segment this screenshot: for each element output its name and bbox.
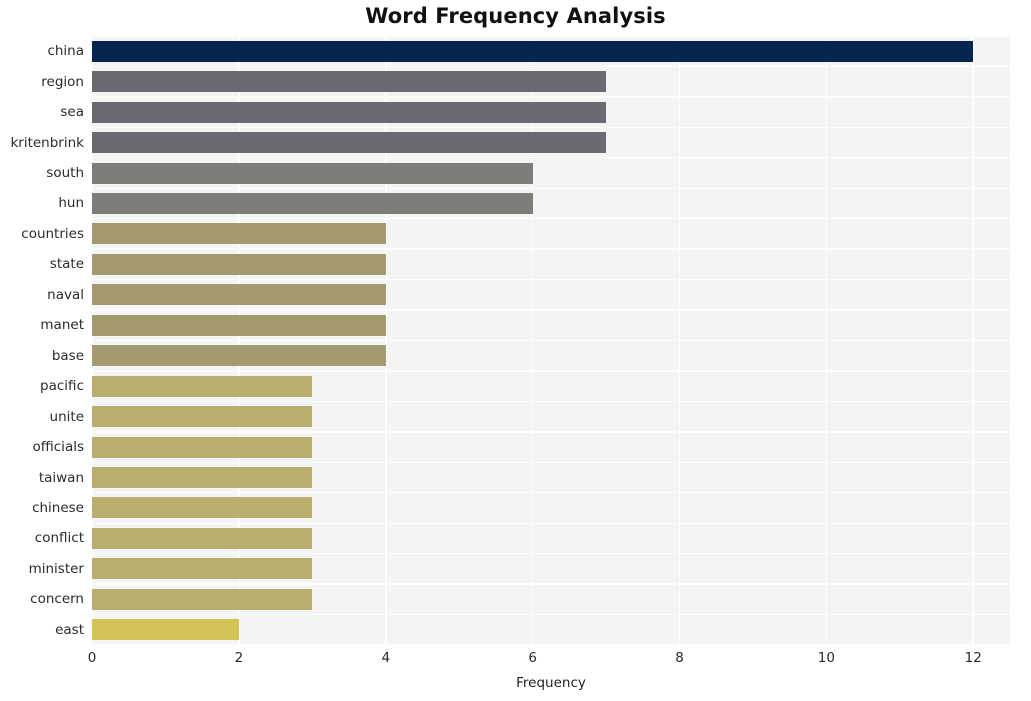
gridline-horizontal bbox=[92, 644, 1010, 646]
gridline-horizontal bbox=[92, 339, 1010, 342]
y-tick-label: base bbox=[51, 347, 84, 364]
bar bbox=[92, 162, 533, 184]
gridline-horizontal bbox=[92, 65, 1010, 68]
bar bbox=[92, 406, 313, 428]
gridline-horizontal bbox=[92, 613, 1010, 616]
gridline-horizontal bbox=[92, 309, 1010, 311]
plot-area bbox=[91, 35, 1010, 646]
bar bbox=[92, 132, 607, 154]
y-tick-label: pacific bbox=[40, 378, 84, 395]
gridline-horizontal bbox=[92, 370, 1010, 372]
bar bbox=[92, 101, 607, 123]
bar bbox=[92, 40, 974, 62]
bar bbox=[92, 467, 313, 489]
bar bbox=[92, 192, 533, 214]
gridline-horizontal bbox=[92, 218, 1010, 220]
y-tick-label: manet bbox=[40, 317, 84, 334]
bar bbox=[92, 71, 607, 93]
bar bbox=[92, 527, 313, 549]
y-tick-label: sea bbox=[60, 104, 84, 121]
bar bbox=[92, 588, 313, 610]
gridline-horizontal bbox=[92, 126, 1010, 129]
y-tick-label: hun bbox=[58, 195, 84, 212]
gridline-horizontal bbox=[92, 157, 1010, 159]
y-tick-label: taiwan bbox=[38, 469, 84, 486]
y-tick-label: concern bbox=[30, 591, 84, 608]
y-tick-label: chinese bbox=[32, 499, 84, 516]
x-tick-label: 2 bbox=[234, 650, 244, 666]
bar bbox=[92, 558, 313, 580]
bar bbox=[92, 345, 386, 367]
x-tick-label: 6 bbox=[528, 650, 537, 666]
word-frequency-chart-figure: Word Frequency Analysis china region sea kr… bbox=[0, 0, 1031, 701]
gridline-horizontal bbox=[92, 431, 1010, 433]
x-tick-label: 10 bbox=[817, 650, 835, 666]
y-tick-label: naval bbox=[47, 286, 84, 303]
bar bbox=[92, 619, 239, 641]
y-tick-label: unite bbox=[49, 408, 84, 425]
gridline-horizontal bbox=[92, 400, 1010, 403]
gridline-horizontal bbox=[92, 492, 1010, 494]
chart-title: Word Frequency Analysis bbox=[365, 4, 666, 28]
y-tick-label: east bbox=[55, 621, 84, 638]
gridline-horizontal bbox=[92, 522, 1010, 524]
y-tick-label: china bbox=[47, 43, 84, 60]
gridline-horizontal bbox=[92, 248, 1010, 250]
y-axis-tick-labels: china region sea kritenbrink south hun countri… bbox=[0, 36, 84, 645]
gridline-horizontal bbox=[92, 583, 1010, 585]
bar bbox=[92, 497, 313, 519]
x-axis-title: Frequency bbox=[516, 675, 586, 691]
gridline-horizontal bbox=[92, 461, 1010, 463]
x-axis-tick-labels: 0 2 4 6 8 10 12 bbox=[0, 650, 1031, 670]
bar bbox=[92, 314, 386, 336]
bar bbox=[92, 284, 386, 306]
y-tick-label: region bbox=[41, 73, 84, 90]
bar bbox=[92, 253, 386, 275]
gridline-horizontal bbox=[92, 278, 1010, 281]
y-tick-label: officials bbox=[32, 439, 84, 456]
y-tick-label: minister bbox=[28, 560, 84, 577]
gridline-horizontal bbox=[92, 96, 1010, 98]
bar bbox=[92, 436, 313, 458]
gridline-horizontal bbox=[92, 552, 1010, 555]
x-tick-label: 4 bbox=[381, 650, 391, 666]
x-tick-label: 8 bbox=[675, 650, 684, 666]
y-tick-label: conflict bbox=[34, 530, 84, 547]
bar bbox=[92, 223, 386, 245]
y-tick-label: south bbox=[46, 165, 84, 182]
y-tick-label: state bbox=[49, 256, 84, 273]
gridline-horizontal bbox=[92, 187, 1010, 189]
y-tick-label: countries bbox=[21, 225, 84, 242]
bar bbox=[92, 375, 313, 397]
y-tick-label: kritenbrink bbox=[10, 134, 84, 151]
gridline-horizontal bbox=[92, 35, 1010, 37]
x-tick-label: 0 bbox=[87, 650, 97, 666]
x-tick-label: 12 bbox=[964, 650, 982, 666]
